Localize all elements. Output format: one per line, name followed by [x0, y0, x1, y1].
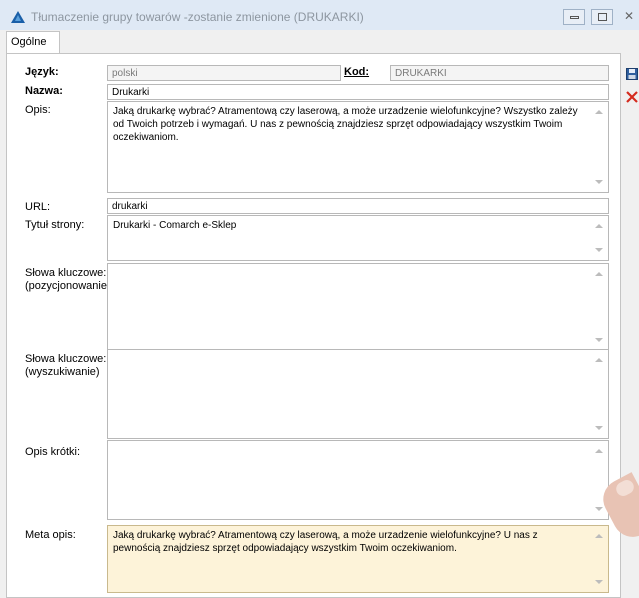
jezyk-field[interactable]: polski: [107, 65, 341, 81]
scroll-down-icon[interactable]: [595, 338, 603, 342]
kod-label: Kod:: [344, 66, 370, 78]
tytul-textarea[interactable]: Drukarki - Comarch e-Sklep: [107, 215, 609, 261]
window-title: Tłumaczenie grupy towarów -zostanie zmie…: [31, 10, 364, 24]
scroll-up-icon[interactable]: [595, 534, 603, 538]
url-label: URL:: [25, 201, 51, 213]
slowa-poz-label-line2: (pozycjonowanie): [25, 280, 111, 292]
slowa-wysz-label: Słowa kluczowe: (wyszukiwanie): [25, 353, 106, 379]
scroll-down-icon[interactable]: [595, 426, 603, 430]
nazwa-field[interactable]: Drukarki: [107, 84, 609, 100]
slowa-wysz-textarea[interactable]: [107, 349, 609, 439]
scroll-down-icon[interactable]: [595, 248, 603, 252]
maximize-icon: [598, 13, 607, 21]
scroll-up-icon[interactable]: [595, 110, 603, 114]
scroll-up-icon[interactable]: [595, 449, 603, 453]
tab-ogolne[interactable]: Ogólne: [6, 31, 60, 54]
kod-field[interactable]: DRUKARKI: [390, 65, 609, 81]
opis-text: Jaką drukarkę wybrać? Atramentową czy la…: [113, 106, 578, 143]
scroll-down-icon[interactable]: [595, 507, 603, 511]
slowa-wysz-label-line1: Słowa kluczowe:: [25, 353, 107, 365]
slowa-poz-label: Słowa kluczowe: (pozycjonowanie): [25, 267, 111, 293]
slowa-wysz-label-line2: (wyszukiwanie): [25, 366, 100, 378]
scroll-up-icon[interactable]: [595, 272, 603, 276]
tytul-label: Tytuł strony:: [25, 219, 85, 231]
meta-text: Jaką drukarkę wybrać? Atramentową czy la…: [113, 530, 538, 554]
maximize-button[interactable]: [591, 9, 613, 25]
scroll-up-icon[interactable]: [595, 358, 603, 362]
tytul-text: Drukarki - Comarch e-Sklep: [113, 220, 237, 231]
meta-scrollbar[interactable]: [590, 526, 608, 592]
opis-label: Opis:: [25, 104, 51, 116]
save-icon[interactable]: [626, 68, 638, 80]
slowa-poz-scrollbar[interactable]: [590, 264, 608, 350]
close-icon[interactable]: ✕: [624, 9, 634, 23]
slowa-wysz-scrollbar[interactable]: [590, 350, 608, 438]
title-bar: Tłumaczenie grupy towarów -zostanie zmie…: [0, 0, 639, 30]
scroll-down-icon[interactable]: [595, 580, 603, 584]
opis-textarea[interactable]: Jaką drukarkę wybrać? Atramentową czy la…: [107, 101, 609, 193]
slowa-poz-label-line1: Słowa kluczowe:: [25, 267, 107, 279]
minimize-button[interactable]: [563, 9, 585, 25]
meta-textarea[interactable]: Jaką drukarkę wybrać? Atramentową czy la…: [107, 525, 609, 593]
cancel-x-icon[interactable]: [626, 91, 638, 103]
opis-krotki-label: Opis krótki:: [25, 446, 81, 458]
meta-label: Meta opis:: [25, 529, 76, 541]
nazwa-label: Nazwa:: [25, 85, 63, 97]
opis-krotki-textarea[interactable]: [107, 440, 609, 520]
scroll-down-icon[interactable]: [595, 180, 603, 184]
opis-scrollbar[interactable]: [590, 102, 608, 192]
slowa-poz-textarea[interactable]: [107, 263, 609, 351]
url-field[interactable]: drukarki: [107, 198, 609, 214]
app-logo-icon: [11, 11, 25, 23]
scroll-up-icon[interactable]: [595, 224, 603, 228]
tytul-scrollbar[interactable]: [590, 216, 608, 260]
minimize-icon: [570, 16, 579, 19]
jezyk-label: Język:: [25, 66, 59, 78]
